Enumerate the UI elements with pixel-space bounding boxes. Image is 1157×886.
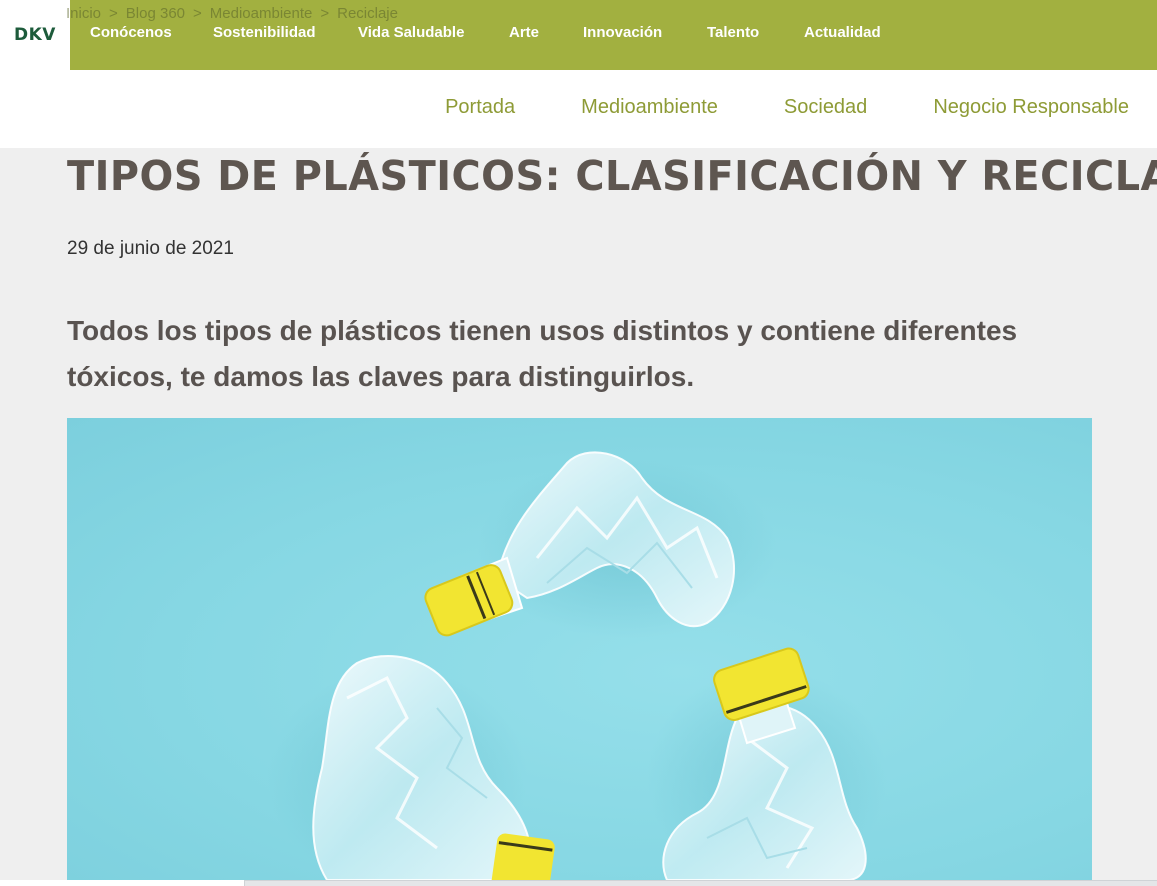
breadcrumb-item-category[interactable]: Medioambiente bbox=[210, 5, 313, 22]
article-date: 29 de junio de 2021 bbox=[67, 238, 234, 259]
nav-item-actualidad[interactable]: Actualidad bbox=[804, 24, 881, 41]
article-title: TIPOS DE PLÁSTICOS: CLASIFICACIÓN Y RECI… bbox=[67, 152, 1157, 200]
nav-item-innovacion[interactable]: Innovación bbox=[583, 24, 707, 41]
breadcrumb-item-current[interactable]: Reciclaje bbox=[337, 5, 398, 22]
article-lead: Todos los tipos de plásticos tienen usos… bbox=[67, 315, 1018, 392]
breadcrumb-item-home[interactable]: Inicio bbox=[66, 5, 101, 22]
logo-text: DKV bbox=[14, 25, 56, 45]
breadcrumb-separator-icon: > bbox=[193, 4, 202, 22]
browser-bottom-tab bbox=[0, 880, 245, 886]
section-nav-negocio-responsable[interactable]: Negocio Responsable bbox=[933, 96, 1129, 119]
section-nav: Portada Medioambiente Sociedad Negocio R… bbox=[445, 96, 1129, 119]
nav-item-talento[interactable]: Talento bbox=[707, 24, 804, 41]
main-nav: Conócenos Sostenibilidad Vida Saludable … bbox=[90, 20, 881, 44]
dkv-logo[interactable]: DKV bbox=[0, 0, 70, 70]
section-nav-sociedad[interactable]: Sociedad bbox=[784, 96, 867, 119]
nav-item-conocenos[interactable]: Conócenos bbox=[90, 24, 213, 41]
bottle-cap bbox=[491, 833, 555, 880]
breadcrumb-item-blog[interactable]: Blog 360 bbox=[126, 5, 185, 22]
bottle-cap bbox=[424, 564, 514, 637]
nav-item-arte[interactable]: Arte bbox=[509, 24, 583, 41]
top-navigation-bar: DKV Inicio > Blog 360 > Medioambiente > … bbox=[0, 0, 1157, 70]
section-nav-portada[interactable]: Portada bbox=[445, 96, 515, 119]
hero-image-recycling-bottles bbox=[67, 418, 1092, 880]
nav-item-sostenibilidad[interactable]: Sostenibilidad bbox=[213, 24, 358, 41]
recycling-bottles-illustration bbox=[267, 451, 887, 880]
section-nav-bar: Portada Medioambiente Sociedad Negocio R… bbox=[0, 70, 1157, 148]
breadcrumb-separator-icon: > bbox=[320, 4, 330, 22]
breadcrumb-separator-icon: > bbox=[109, 4, 118, 22]
page: DKV Inicio > Blog 360 > Medioambiente > … bbox=[0, 0, 1157, 886]
nav-item-vida-saludable[interactable]: Vida Saludable bbox=[358, 24, 509, 41]
section-nav-medioambiente[interactable]: Medioambiente bbox=[581, 96, 718, 119]
